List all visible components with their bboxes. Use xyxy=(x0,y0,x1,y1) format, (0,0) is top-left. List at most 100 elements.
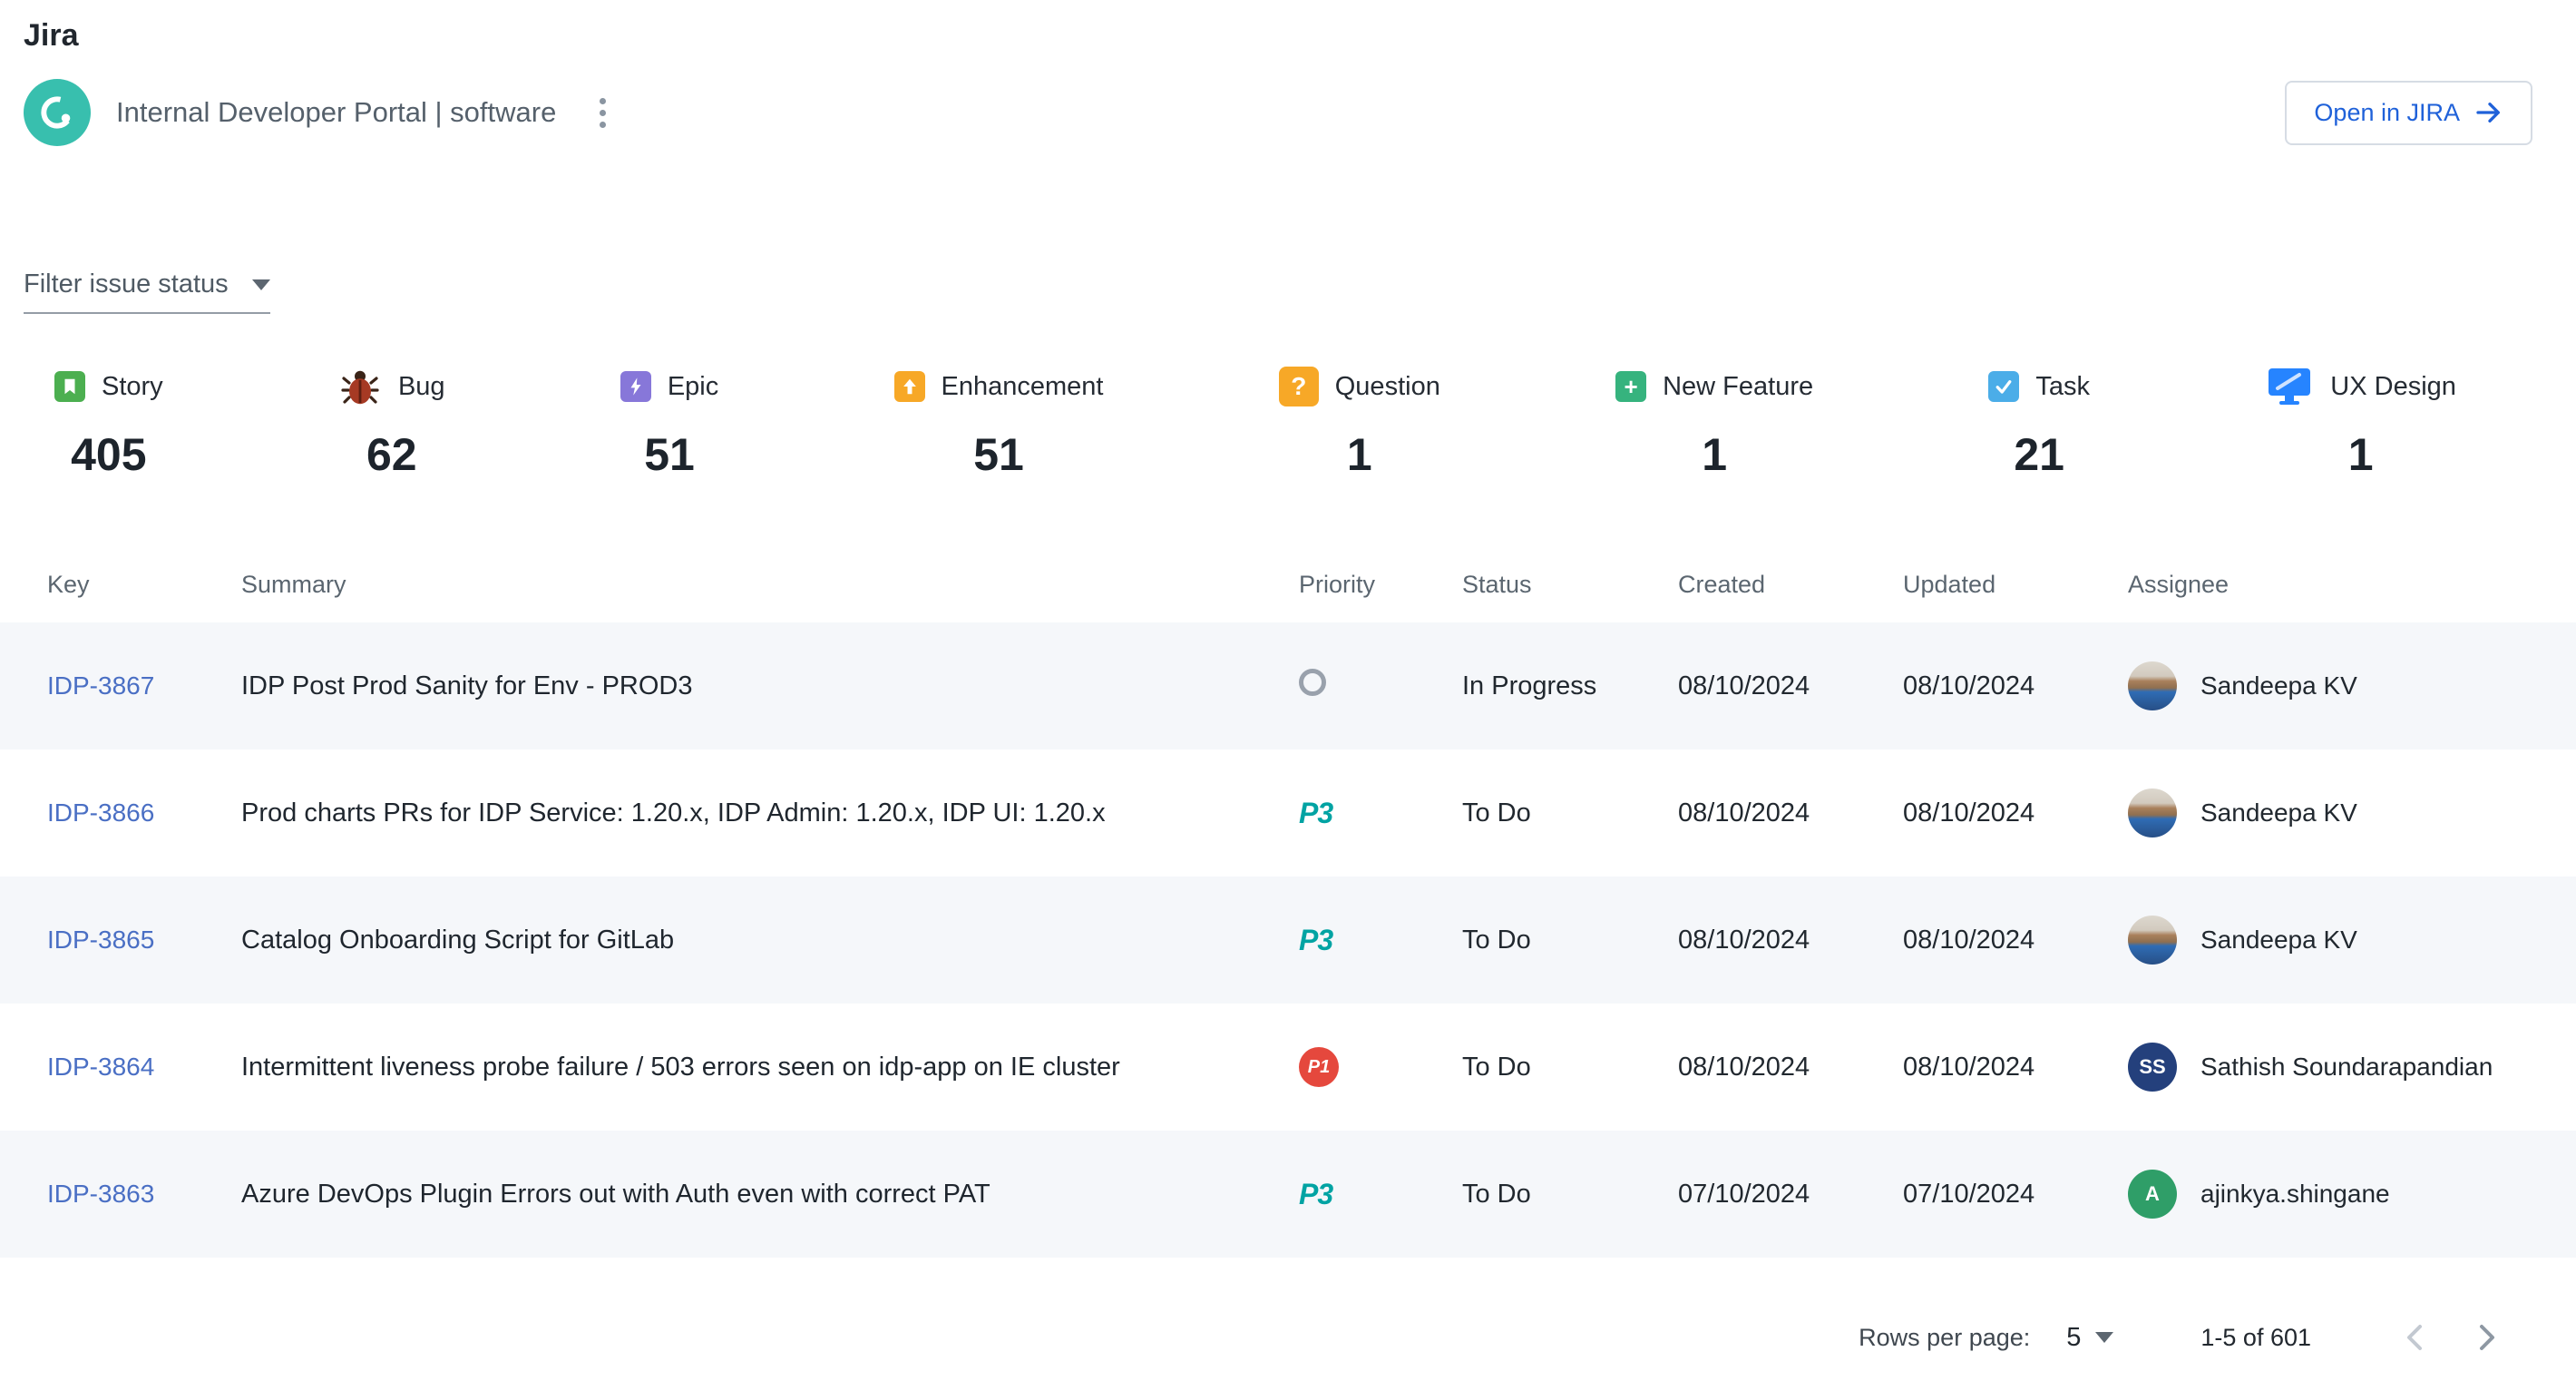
table-row: IDP-3867 IDP Post Prod Sanity for Env - … xyxy=(0,622,2576,749)
issue-key-link[interactable]: IDP-3864 xyxy=(47,1053,241,1082)
issue-created-date: 08/10/2024 xyxy=(1678,926,1903,955)
issue-counter-enhancement: Enhancement 51 xyxy=(894,361,1104,481)
issue-created-date: 08/10/2024 xyxy=(1678,1053,1903,1082)
assignee-cell: Sandeepa KV xyxy=(2128,661,2529,710)
assignee-cell: Sandeepa KV xyxy=(2128,916,2529,965)
issue-counter-value: 21 xyxy=(1988,428,2090,481)
avatar xyxy=(2128,788,2177,837)
table-header: Key Summary Priority Status Created Upda… xyxy=(0,546,2576,622)
rows-per-page-select[interactable]: 5 xyxy=(2066,1323,2113,1353)
issue-created-date: 08/10/2024 xyxy=(1678,671,1903,701)
column-header-summary: Summary xyxy=(241,571,1299,599)
avatar xyxy=(2128,916,2177,965)
issue-counter-label: Bug xyxy=(398,372,445,402)
table-row: IDP-3865 Catalog Onboarding Script for G… xyxy=(0,877,2576,1004)
issue-status: In Progress xyxy=(1462,671,1678,701)
new-feature-icon: + xyxy=(1615,371,1646,402)
next-page-button[interactable] xyxy=(2467,1312,2507,1363)
issue-counter-value: 51 xyxy=(894,428,1104,481)
issue-counter-value: 62 xyxy=(338,428,445,481)
issue-status: To Do xyxy=(1462,1180,1678,1210)
priority-p3-icon: P3 xyxy=(1299,1178,1332,1211)
priority-p3-icon: P3 xyxy=(1299,924,1332,957)
column-header-status: Status xyxy=(1462,571,1678,599)
bug-icon xyxy=(338,365,382,408)
issue-counter-story: Story 405 xyxy=(54,361,163,481)
issue-counter-value: 405 xyxy=(54,428,163,481)
jira-plugin-card: Jira Internal Developer Portal | softwar… xyxy=(0,0,2576,1381)
issue-updated-date: 07/10/2024 xyxy=(1903,1180,2128,1210)
rows-per-page-value: 5 xyxy=(2066,1323,2081,1353)
issue-counter-question: ? Question 1 xyxy=(1279,361,1440,481)
task-icon xyxy=(1988,371,2019,402)
priority-p3-icon: P3 xyxy=(1299,797,1332,830)
issue-created-date: 07/10/2024 xyxy=(1678,1180,1903,1210)
issue-updated-date: 08/10/2024 xyxy=(1903,798,2128,828)
avatar xyxy=(2128,661,2177,710)
issue-status: To Do xyxy=(1462,798,1678,828)
chevron-right-icon xyxy=(2478,1323,2496,1352)
more-options-menu[interactable] xyxy=(592,91,613,135)
issue-counter-label: Task xyxy=(2035,372,2090,402)
filter-row: Filter issue status xyxy=(24,266,2576,314)
previous-page-button[interactable] xyxy=(2395,1312,2435,1363)
column-header-priority: Priority xyxy=(1299,571,1462,599)
issue-counter-task: Task 21 xyxy=(1988,361,2090,481)
assignee-cell: SS Sathish Soundarapandian xyxy=(2128,1043,2529,1092)
issue-counter-ux-design: UX Design 1 xyxy=(2265,361,2456,481)
column-header-assignee: Assignee xyxy=(2128,571,2529,599)
filter-issue-status-select[interactable]: Filter issue status xyxy=(24,269,270,314)
issue-status: To Do xyxy=(1462,1053,1678,1082)
epic-icon xyxy=(620,371,651,402)
issue-counter-epic: Epic 51 xyxy=(620,361,718,481)
priority-none-icon xyxy=(1299,669,1326,696)
issues-table: Key Summary Priority Status Created Upda… xyxy=(0,546,2576,1258)
project-name: Internal Developer Portal | software xyxy=(116,96,556,129)
issue-counter-label: Story xyxy=(102,372,163,402)
issue-counter-new-feature: + New Feature 1 xyxy=(1615,361,1813,481)
column-header-updated: Updated xyxy=(1903,571,2128,599)
issue-key-link[interactable]: IDP-3863 xyxy=(47,1180,241,1209)
issue-counter-label: Enhancement xyxy=(942,372,1104,402)
assignee-name: Sandeepa KV xyxy=(2200,926,2357,955)
open-in-jira-button[interactable]: Open in JIRA xyxy=(2285,81,2532,145)
column-header-created: Created xyxy=(1678,571,1903,599)
issue-summary: Azure DevOps Plugin Errors out with Auth… xyxy=(241,1180,1299,1210)
issue-status: To Do xyxy=(1462,926,1678,955)
issue-counter-label: New Feature xyxy=(1663,372,1813,402)
issue-counter-bug: Bug 62 xyxy=(338,361,445,481)
header: Jira Internal Developer Portal | softwar… xyxy=(0,0,2576,146)
column-header-key: Key xyxy=(47,571,241,599)
filter-issue-status-label: Filter issue status xyxy=(24,269,229,299)
issue-updated-date: 08/10/2024 xyxy=(1903,926,2128,955)
issue-key-link[interactable]: IDP-3866 xyxy=(47,798,241,828)
project-logo-icon xyxy=(24,79,91,146)
avatar: A xyxy=(2128,1170,2177,1219)
issue-created-date: 08/10/2024 xyxy=(1678,798,1903,828)
issue-counter-value: 1 xyxy=(2265,428,2456,481)
arrow-right-icon xyxy=(2476,101,2503,124)
assignee-name: Sandeepa KV xyxy=(2200,798,2357,828)
story-icon xyxy=(54,371,85,402)
chevron-down-icon xyxy=(2095,1332,2113,1343)
assignee-name: Sandeepa KV xyxy=(2200,671,2357,700)
issue-updated-date: 08/10/2024 xyxy=(1903,671,2128,701)
rows-per-page-label: Rows per page: xyxy=(1859,1324,2030,1352)
question-icon: ? xyxy=(1279,367,1319,406)
table-row: IDP-3864 Intermittent liveness probe fai… xyxy=(0,1004,2576,1131)
chevron-down-icon xyxy=(252,279,270,290)
page-title: Jira xyxy=(24,18,2532,54)
issue-summary: Prod charts PRs for IDP Service: 1.20.x,… xyxy=(241,798,1299,828)
ux-design-icon xyxy=(2265,365,2314,408)
avatar: SS xyxy=(2128,1043,2177,1092)
pagination: Rows per page: 5 1-5 of 601 xyxy=(0,1312,2507,1363)
chevron-left-icon xyxy=(2405,1323,2424,1352)
issue-key-link[interactable]: IDP-3865 xyxy=(47,926,241,955)
issue-key-link[interactable]: IDP-3867 xyxy=(47,671,241,700)
issue-updated-date: 08/10/2024 xyxy=(1903,1053,2128,1082)
project-row: Internal Developer Portal | software Ope… xyxy=(24,79,2532,146)
issue-summary: Intermittent liveness probe failure / 50… xyxy=(241,1053,1299,1082)
issue-counter-label: Question xyxy=(1335,372,1440,402)
issue-summary: IDP Post Prod Sanity for Env - PROD3 xyxy=(241,671,1299,701)
pagination-range: 1-5 of 601 xyxy=(2200,1324,2311,1352)
